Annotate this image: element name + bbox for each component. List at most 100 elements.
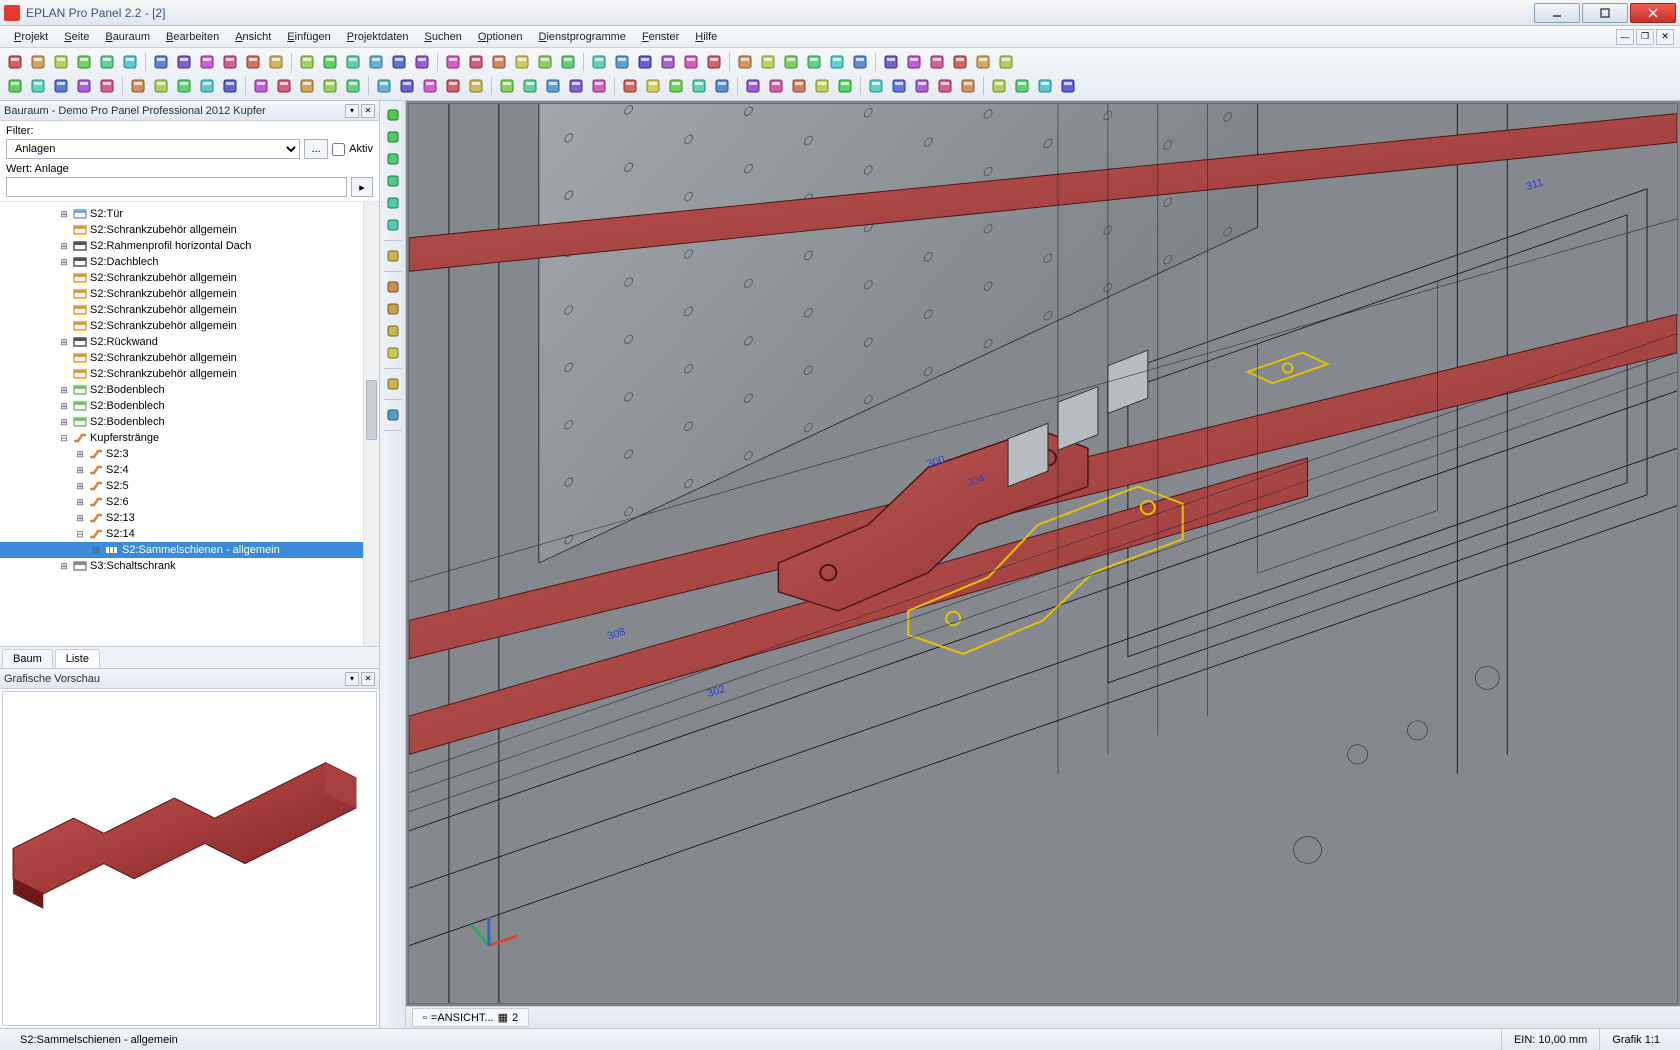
toolbar1-btn-19[interactable] [465, 51, 487, 73]
tree-toggle-icon[interactable]: ⊞ [58, 385, 70, 396]
menu-suchen[interactable]: Suchen [417, 29, 470, 45]
tree-node-13[interactable]: ⊞S2:Bodenblech [0, 414, 379, 430]
tree-node-20[interactable]: ⊟S2:14 [0, 526, 379, 542]
toolbar2-btn-35[interactable] [865, 75, 887, 97]
toolbar2-btn-15[interactable] [373, 75, 395, 97]
toolbar2-btn-36[interactable] [888, 75, 910, 97]
menu-projektdaten[interactable]: Projektdaten [339, 29, 417, 45]
toolbar2-btn-14[interactable] [342, 75, 364, 97]
toolbar2-btn-10[interactable] [250, 75, 272, 97]
window-maximize-button[interactable] [1582, 3, 1628, 23]
panel-dropdown-button[interactable]: ▾ [345, 104, 359, 118]
menu-hilfe[interactable]: Hilfe [687, 29, 725, 45]
toolbar2-btn-30[interactable] [742, 75, 764, 97]
toolbar1-btn-40[interactable] [972, 51, 994, 73]
tree-toggle-icon[interactable]: ⊞ [58, 209, 70, 220]
3d-viewport[interactable]: 300 304 302 308 311 [408, 103, 1678, 1004]
vtool-btn-8[interactable] [383, 299, 403, 319]
tree-scroll-thumb[interactable] [366, 380, 377, 440]
toolbar1-btn-28[interactable] [680, 51, 702, 73]
toolbar1-btn-34[interactable] [826, 51, 848, 73]
tree-toggle-icon[interactable]: ⊞ [74, 481, 86, 492]
tree-toggle-icon[interactable]: ⊞ [74, 465, 86, 476]
toolbar1-btn-25[interactable] [611, 51, 633, 73]
menu-einfügen[interactable]: Einfügen [279, 29, 338, 45]
tree-node-19[interactable]: ⊞S2:13 [0, 510, 379, 526]
toolbar1-btn-8[interactable] [196, 51, 218, 73]
tree-toggle-icon[interactable]: ⊞ [74, 497, 86, 508]
filter-select[interactable]: Anlagen [6, 139, 300, 159]
tree-toggle-icon[interactable]: ⊞ [74, 449, 86, 460]
toolbar2-btn-2[interactable] [50, 75, 72, 97]
toolbar1-btn-35[interactable] [849, 51, 871, 73]
toolbar2-btn-8[interactable] [196, 75, 218, 97]
toolbar2-btn-38[interactable] [934, 75, 956, 97]
menu-bauraum[interactable]: Bauraum [97, 29, 158, 45]
toolbar1-btn-26[interactable] [634, 51, 656, 73]
tree-node-15[interactable]: ⊞S2:3 [0, 446, 379, 462]
toolbar2-btn-5[interactable] [127, 75, 149, 97]
toolbar2-btn-23[interactable] [565, 75, 587, 97]
toolbar2-btn-16[interactable] [396, 75, 418, 97]
menu-optionen[interactable]: Optionen [470, 29, 531, 45]
toolbar1-btn-37[interactable] [903, 51, 925, 73]
toolbar2-btn-20[interactable] [496, 75, 518, 97]
tab-liste[interactable]: Liste [55, 649, 100, 668]
vtool-btn-0[interactable] [383, 105, 403, 125]
tree-toggle-icon[interactable]: ⊟ [58, 433, 70, 444]
tree-node-11[interactable]: ⊞S2:Bodenblech [0, 382, 379, 398]
toolbar2-btn-32[interactable] [788, 75, 810, 97]
toolbar2-btn-17[interactable] [419, 75, 441, 97]
toolbar1-btn-30[interactable] [734, 51, 756, 73]
toolbar2-btn-31[interactable] [765, 75, 787, 97]
tab-baum[interactable]: Baum [2, 649, 53, 668]
toolbar2-btn-34[interactable] [834, 75, 856, 97]
tree-node-1[interactable]: S2:Schrankzubehör allgemein [0, 222, 379, 238]
toolbar2-btn-24[interactable] [588, 75, 610, 97]
toolbar2-btn-40[interactable] [988, 75, 1010, 97]
tree-node-14[interactable]: ⊟Kupferstränge [0, 430, 379, 446]
tree-node-12[interactable]: ⊞S2:Bodenblech [0, 398, 379, 414]
vtool-btn-9[interactable] [383, 321, 403, 341]
mdi-close-button[interactable]: ✕ [1656, 29, 1674, 45]
toolbar1-btn-41[interactable] [995, 51, 1017, 73]
toolbar2-btn-29[interactable] [711, 75, 733, 97]
tree-toggle-icon[interactable]: ⊞ [90, 545, 102, 556]
tree-toggle-icon[interactable]: ⊞ [58, 241, 70, 252]
toolbar1-btn-36[interactable] [880, 51, 902, 73]
toolbar1-btn-21[interactable] [511, 51, 533, 73]
vtool-btn-10[interactable] [383, 343, 403, 363]
toolbar1-btn-9[interactable] [219, 51, 241, 73]
tree-node-22[interactable]: ⊞S3:Schaltschrank [0, 558, 379, 574]
tree-node-7[interactable]: S2:Schrankzubehör allgemein [0, 318, 379, 334]
toolbar2-btn-4[interactable] [96, 75, 118, 97]
toolbar2-btn-33[interactable] [811, 75, 833, 97]
toolbar2-btn-26[interactable] [642, 75, 664, 97]
toolbar2-btn-11[interactable] [273, 75, 295, 97]
aktiv-checkbox[interactable] [332, 143, 345, 156]
toolbar1-btn-17[interactable] [411, 51, 433, 73]
wert-input[interactable] [6, 177, 347, 197]
toolbar2-btn-41[interactable] [1011, 75, 1033, 97]
toolbar2-btn-39[interactable] [957, 75, 979, 97]
vtool-btn-6[interactable] [383, 246, 403, 266]
tree-toggle-icon[interactable]: ⊞ [74, 513, 86, 524]
wert-go-button[interactable]: ▸ [351, 177, 373, 197]
panel-close-button[interactable]: ✕ [361, 104, 375, 118]
preview-close-button[interactable]: ✕ [361, 672, 375, 686]
vtool-btn-1[interactable] [383, 127, 403, 147]
tree-node-2[interactable]: ⊞S2:Rahmenprofil horizontal Dach [0, 238, 379, 254]
toolbar2-btn-3[interactable] [73, 75, 95, 97]
toolbar2-btn-18[interactable] [442, 75, 464, 97]
toolbar2-btn-12[interactable] [296, 75, 318, 97]
toolbar1-btn-20[interactable] [488, 51, 510, 73]
tree-node-6[interactable]: S2:Schrankzubehör allgemein [0, 302, 379, 318]
document-tab[interactable]: ▫ =ANSICHT... ▦ 2 [412, 1008, 529, 1027]
tree-node-0[interactable]: ⊞S2:Tür [0, 206, 379, 222]
toolbar1-btn-31[interactable] [757, 51, 779, 73]
toolbar1-btn-27[interactable] [657, 51, 679, 73]
toolbar1-btn-29[interactable] [703, 51, 725, 73]
tree-toggle-icon[interactable]: ⊞ [58, 561, 70, 572]
menu-seite[interactable]: Seite [56, 29, 97, 45]
tree-node-18[interactable]: ⊞S2:6 [0, 494, 379, 510]
